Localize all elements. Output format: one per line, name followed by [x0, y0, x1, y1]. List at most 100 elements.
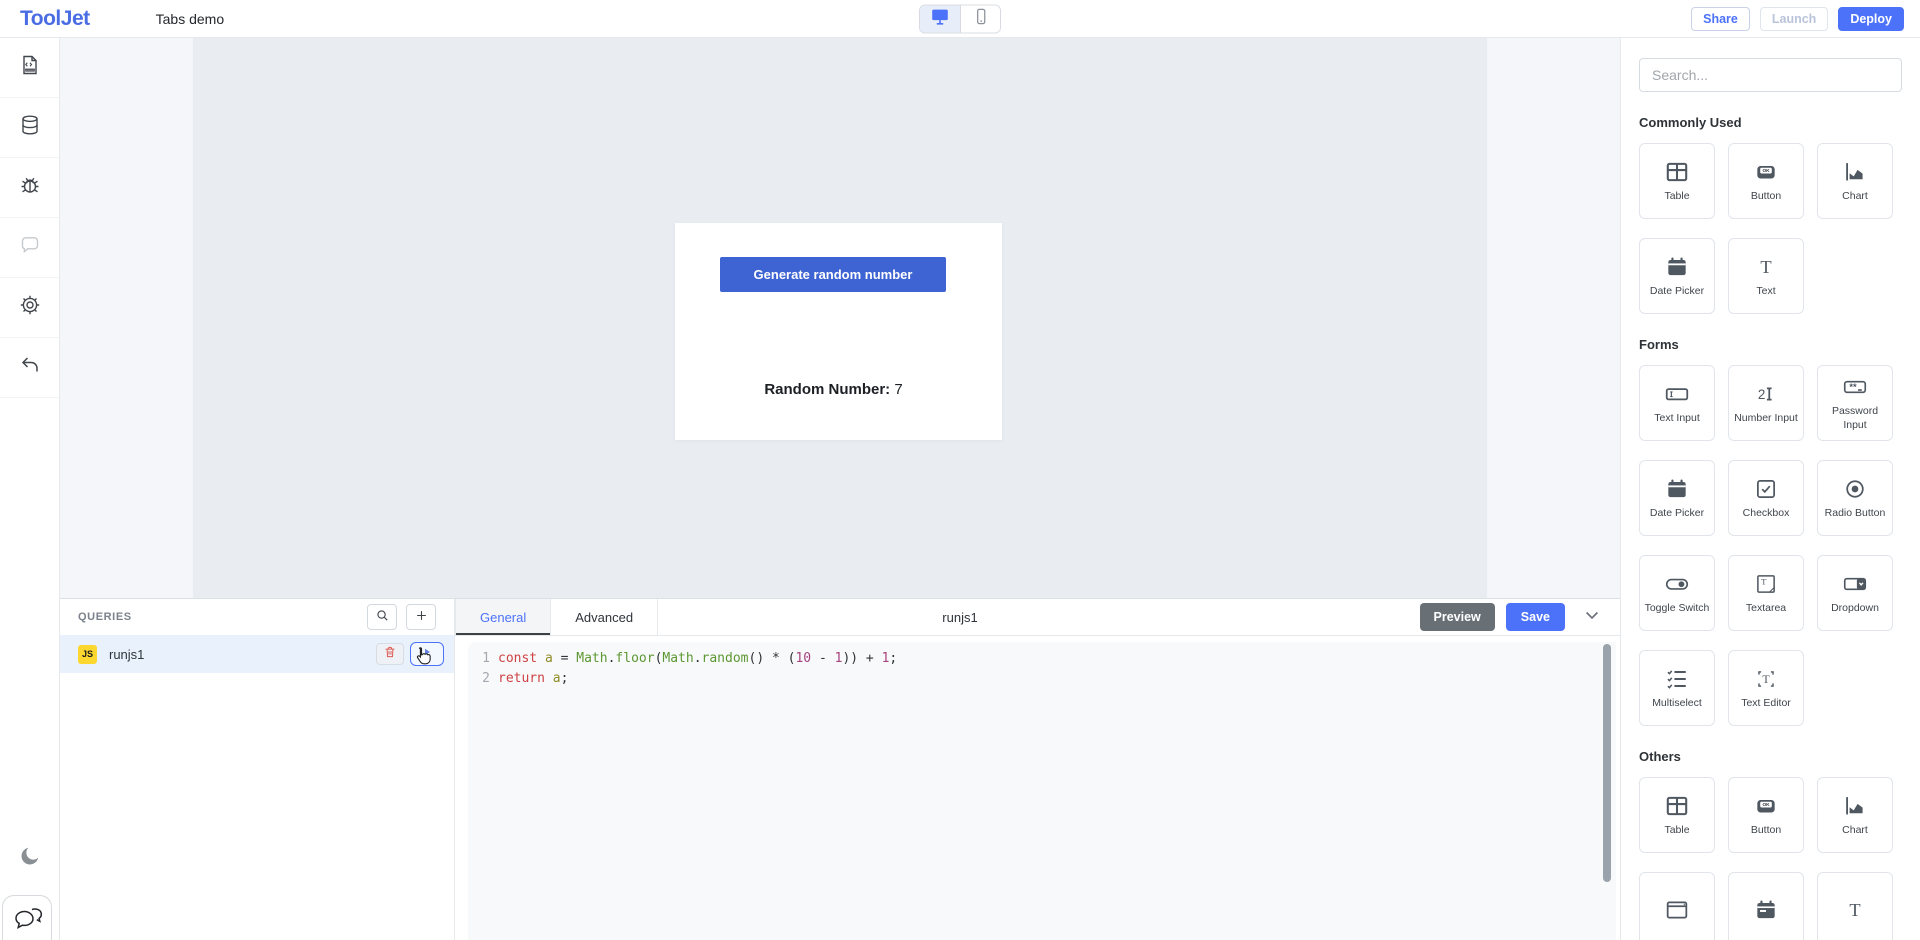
widget-card-chart[interactable]: Chart [1817, 143, 1893, 219]
widget-label: Table [1664, 824, 1689, 837]
widget-card-modal[interactable] [1639, 872, 1715, 940]
dark-mode-toggle[interactable] [0, 844, 60, 873]
editor-scrollbar-thumb[interactable] [1603, 644, 1611, 882]
sidebar-item-debugger[interactable] [0, 158, 59, 218]
desktop-view-toggle[interactable] [920, 5, 960, 32]
widget-card-chart[interactable]: Chart [1817, 777, 1893, 853]
chat-launcher[interactable] [2, 895, 52, 940]
widget-card-table[interactable]: Table [1639, 777, 1715, 853]
widget-card-text[interactable]: T [1817, 872, 1893, 940]
svg-text:2: 2 [1758, 387, 1765, 402]
svg-text:T: T [1761, 576, 1767, 586]
widget-card-radio-button[interactable]: Radio Button [1817, 460, 1893, 536]
widget-card-text-input[interactable]: Text Input [1639, 365, 1715, 441]
widget-grid-others: Table OKButton Chart T [1639, 777, 1902, 940]
widget-card-calendar[interactable]: Date Picker [1639, 238, 1715, 314]
code-text: const a = Math.floor(Math.random() * (10… [498, 649, 897, 669]
random-number-text: Random Number: 7 [675, 381, 992, 398]
launch-button[interactable]: Launch [1760, 7, 1828, 31]
container-widget[interactable]: Generate random number Random Number: 7 [675, 223, 1002, 440]
code-editor[interactable]: 1 const a = Math.floor(Math.random() * (1… [468, 642, 1616, 940]
widget-card-text-editor[interactable]: T Text Editor [1728, 650, 1804, 726]
tab-general[interactable]: General [455, 599, 551, 635]
deploy-button[interactable]: Deploy [1838, 7, 1904, 31]
widget-label: Text Editor [1741, 697, 1791, 710]
query-search-button[interactable] [367, 604, 397, 630]
sidebar-item-settings[interactable] [0, 278, 59, 338]
preview-button[interactable]: Preview [1420, 603, 1495, 631]
left-icon-rail [0, 38, 60, 940]
add-query-button[interactable] [406, 604, 436, 630]
widget-card-number-input[interactable]: 2 Number Input [1728, 365, 1804, 441]
sidebar-item-undo[interactable] [0, 338, 59, 398]
svg-text:OK: OK [1762, 168, 1770, 174]
plus-icon [415, 609, 428, 626]
widget-card-password-input[interactable]: ** Password Input [1817, 365, 1893, 441]
widget-card-calendar-alt[interactable] [1728, 872, 1804, 940]
widget-card-checkbox[interactable]: Checkbox [1728, 460, 1804, 536]
bug-icon [18, 173, 42, 202]
multiselect-icon [1663, 666, 1691, 692]
widget-card-text[interactable]: TText [1728, 238, 1804, 314]
widget-card-multiselect[interactable]: Multiselect [1639, 650, 1715, 726]
widget-label: Number Input [1734, 412, 1798, 425]
line-number: 2 [474, 669, 490, 689]
svg-text:**: ** [1849, 382, 1857, 392]
widget-card-dropdown[interactable]: Dropdown [1817, 555, 1893, 631]
sidebar-item-pages[interactable] [0, 38, 59, 98]
sidebar-item-comments[interactable] [0, 218, 59, 278]
query-list-item[interactable]: JS runjs1 [60, 635, 454, 673]
play-icon [421, 645, 433, 663]
text-editor-icon: T [1753, 666, 1779, 692]
mobile-view-toggle[interactable] [960, 5, 1000, 32]
widget-card-toggle-switch[interactable]: Toggle Switch [1639, 555, 1715, 631]
widget-card-button[interactable]: OKButton [1728, 777, 1804, 853]
radio-button-icon [1842, 476, 1868, 502]
delete-query-button[interactable] [376, 643, 404, 665]
mobile-icon [971, 6, 991, 31]
widget-card-table[interactable]: Table [1639, 143, 1715, 219]
toggle-switch-icon [1663, 571, 1691, 597]
widget-label: Chart [1842, 824, 1868, 837]
widget-label: Radio Button [1825, 507, 1886, 520]
number-input-icon: 2 [1752, 381, 1780, 407]
pages-icon [18, 53, 42, 82]
widget-card-textarea[interactable]: T Textarea [1728, 555, 1804, 631]
button-icon: OK [1753, 793, 1779, 819]
sidebar-item-database[interactable] [0, 98, 59, 158]
widget-label: Date Picker [1650, 285, 1704, 298]
svg-text:T: T [1849, 900, 1860, 920]
save-button[interactable]: Save [1506, 603, 1565, 631]
widget-label: Password Input [1820, 405, 1890, 431]
collapse-panel-button[interactable] [1576, 603, 1608, 632]
query-list-header: QUERIES [60, 599, 454, 635]
app-canvas[interactable]: Generate random number Random Number: 7 [193, 38, 1487, 598]
widget-label: Date Picker [1650, 507, 1704, 520]
widget-label: Dropdown [1831, 602, 1879, 615]
text-icon: T [1753, 254, 1779, 280]
checkbox-icon [1753, 476, 1779, 502]
editor-main: Generate random number Random Number: 7 … [60, 38, 1620, 940]
widget-label: Checkbox [1743, 507, 1790, 520]
rail-bottom [0, 844, 60, 940]
share-button[interactable]: Share [1691, 7, 1750, 31]
code-line: 2return a; [474, 669, 1596, 689]
line-number: 1 [474, 649, 490, 669]
query-panel: QUERIES [60, 598, 1620, 940]
query-editor: General Advanced runjs1 Preview Save [455, 599, 1620, 940]
widget-card-calendar[interactable]: Date Picker [1639, 460, 1715, 536]
tab-advanced[interactable]: Advanced [551, 599, 658, 635]
password-input-icon: ** [1841, 374, 1869, 400]
svg-text:T: T [1760, 257, 1771, 277]
widget-card-button[interactable]: OKButton [1728, 143, 1804, 219]
section-title-commonly-used: Commonly Used [1639, 115, 1902, 130]
generate-random-number-button[interactable]: Generate random number [720, 257, 946, 292]
random-number-value: 7 [894, 381, 902, 398]
widget-search-input[interactable] [1639, 58, 1902, 92]
trash-icon [383, 645, 397, 664]
table-icon [1664, 793, 1690, 819]
widget-label: Textarea [1746, 602, 1786, 615]
code-lines: 1 const a = Math.floor(Math.random() * (1… [474, 649, 1596, 689]
run-query-button[interactable] [410, 642, 444, 666]
chart-icon [1842, 793, 1868, 819]
